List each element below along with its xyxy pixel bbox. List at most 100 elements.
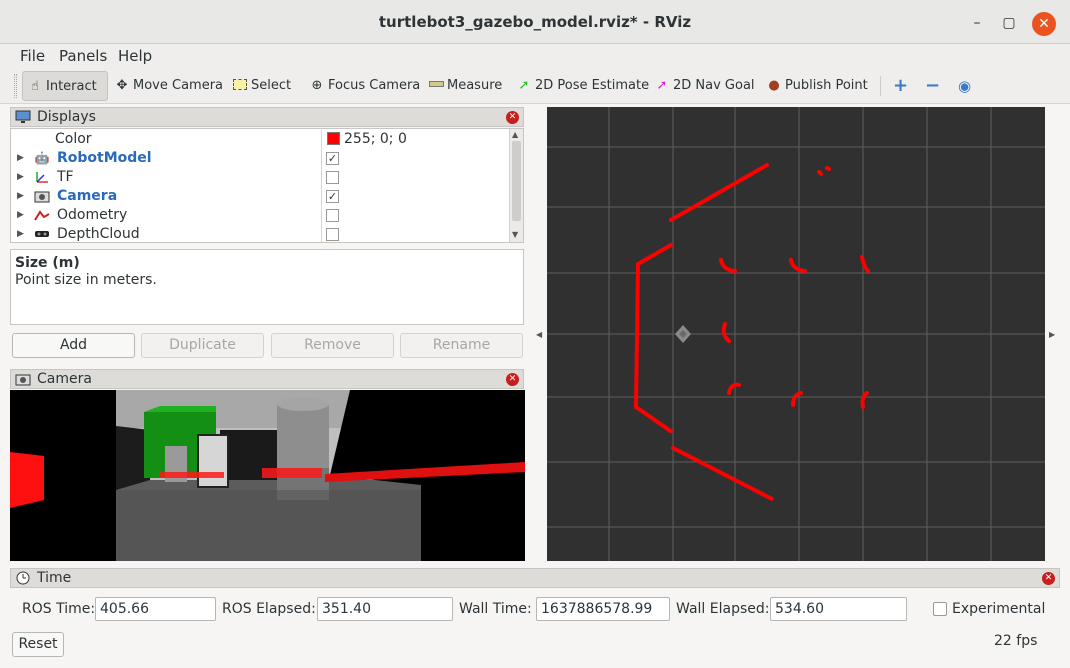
3d-viewport[interactable] <box>547 107 1045 561</box>
close-button[interactable]: ✕ <box>1032 12 1056 36</box>
time-panel-title: Time <box>37 570 72 586</box>
maximize-button[interactable]: ▢ <box>1000 14 1018 32</box>
robotmodel-checkbox[interactable]: ✓ <box>326 152 339 165</box>
ros-time-field[interactable]: 405.66 <box>95 597 216 621</box>
checkbox-cell <box>321 206 339 225</box>
focus-camera-tool[interactable]: ⊕ Focus Camera <box>305 71 423 101</box>
rename-button[interactable]: Rename <box>400 333 523 358</box>
reset-button[interactable]: Reset <box>12 632 64 657</box>
checkbox-cell: ✓ <box>321 187 339 206</box>
pose-estimate-tool[interactable]: ➚ 2D Pose Estimate <box>512 71 652 101</box>
add-tool-icon[interactable]: + <box>890 71 911 101</box>
display-item-tf[interactable]: ▶ TF <box>11 168 509 187</box>
displays-title: Displays <box>37 109 96 125</box>
description-text: Point size in meters. <box>15 272 157 288</box>
menu-help[interactable]: Help <box>118 47 152 65</box>
checkbox-cell: ✓ <box>321 149 339 168</box>
ros-time-label: ROS Time: <box>22 601 96 617</box>
monitor-icon <box>15 110 31 124</box>
menu-panels[interactable]: Panels <box>59 47 107 65</box>
move-camera-tool[interactable]: ✥ Move Camera <box>110 71 226 101</box>
ros-elapsed-field[interactable]: 351.40 <box>317 597 453 621</box>
display-label: RobotModel <box>57 150 152 166</box>
remove-button[interactable]: Remove <box>271 333 394 358</box>
interact-tool[interactable]: ☝ Interact <box>22 71 108 101</box>
display-item-odometry[interactable]: ▶ Odometry <box>11 206 509 225</box>
measure-tool[interactable]: Measure <box>424 71 505 101</box>
color-property-row[interactable]: Color 255; 0; 0 <box>11 130 509 149</box>
camera-checkbox[interactable]: ✓ <box>326 190 339 203</box>
remove-tool-icon[interactable]: − <box>922 71 943 101</box>
title-bar: turtlebot3_gazebo_model.rviz* - RViz – ▢… <box>0 0 1070 44</box>
ruler-icon <box>427 71 445 101</box>
camera-panel-title: Camera <box>37 371 92 387</box>
camera-icon <box>33 189 51 204</box>
display-label: Odometry <box>57 207 128 223</box>
expand-arrow-icon[interactable]: ▶ <box>17 149 24 168</box>
nav-goal-tool[interactable]: ➚ 2D Nav Goal <box>650 71 758 101</box>
checkbox-cell <box>321 168 339 187</box>
wall-time-label: Wall Time: <box>459 601 532 617</box>
magenta-arrow-icon: ➚ <box>656 78 668 93</box>
tf-checkbox[interactable] <box>326 171 339 184</box>
menu-bar: File Panels Help <box>0 44 1070 68</box>
experimental-label: Experimental <box>952 601 1046 617</box>
toolbar-grip[interactable] <box>14 74 17 98</box>
axes-icon <box>33 170 51 185</box>
display-item-depthcloud[interactable]: ▶ DepthCloud <box>11 225 509 242</box>
hand-pointer-icon: ☝ <box>31 79 39 94</box>
color-value[interactable]: 255; 0; 0 <box>321 130 407 149</box>
camera-icon <box>15 372 31 386</box>
displays-tree[interactable]: Color 255; 0; 0 ▶ 🤖 RobotModel ✓ ▶ TF ▶ … <box>10 128 524 243</box>
description-title: Size (m) <box>15 255 80 271</box>
red-swatch <box>327 132 340 145</box>
checkbox-cell <box>321 225 339 242</box>
scroll-up-icon[interactable]: ▲ <box>512 130 518 139</box>
eye-icon[interactable]: ◉ <box>955 71 974 101</box>
add-button[interactable]: Add <box>12 333 135 358</box>
minimize-button[interactable]: – <box>968 14 986 32</box>
depthcloud-checkbox[interactable] <box>326 228 339 241</box>
ros-elapsed-label: ROS Elapsed: <box>222 601 316 617</box>
camera-image <box>10 390 525 561</box>
scroll-down-icon[interactable]: ▼ <box>512 230 518 239</box>
color-label: Color <box>55 131 92 147</box>
odometry-icon <box>33 208 51 223</box>
close-camera-icon[interactable]: ✕ <box>506 373 519 386</box>
display-label: DepthCloud <box>57 226 140 242</box>
wall-time-field[interactable]: 1637886578.99 <box>536 597 670 621</box>
green-arrow-icon: ➚ <box>518 78 530 93</box>
publish-point-tool[interactable]: ● Publish Point <box>762 71 871 101</box>
focus-target-icon: ⊕ <box>311 78 323 93</box>
display-label: TF <box>57 169 74 185</box>
select-tool[interactable]: Select <box>228 71 294 101</box>
duplicate-button[interactable]: Duplicate <box>141 333 264 358</box>
collapse-left-icon[interactable]: ◀ <box>536 330 542 339</box>
odometry-checkbox[interactable] <box>326 209 339 222</box>
robot-icon: 🤖 <box>34 151 50 165</box>
displays-scrollbar[interactable]: ▲ ▼ <box>509 129 523 242</box>
window-title: turtlebot3_gazebo_model.rviz* - RViz <box>378 13 692 31</box>
display-item-camera[interactable]: ▶ Camera ✓ <box>11 187 509 206</box>
select-box-icon <box>231 71 249 101</box>
expand-arrow-icon[interactable]: ▶ <box>17 206 24 225</box>
display-label: Camera <box>57 188 118 204</box>
collapse-right-icon[interactable]: ▶ <box>1049 330 1055 339</box>
displays-panel-header: Displays ✕ <box>10 107 524 127</box>
scroll-thumb[interactable] <box>512 141 521 221</box>
camera-panel-header: Camera ✕ <box>10 369 524 389</box>
wall-elapsed-field[interactable]: 534.60 <box>770 597 907 621</box>
close-time-icon[interactable]: ✕ <box>1042 572 1055 585</box>
toolbar-separator <box>880 76 881 96</box>
expand-arrow-icon[interactable]: ▶ <box>17 187 24 206</box>
clock-icon <box>15 571 31 585</box>
property-description: Size (m) Point size in meters. <box>10 249 524 325</box>
experimental-checkbox[interactable] <box>933 602 947 616</box>
close-displays-icon[interactable]: ✕ <box>506 111 519 124</box>
expand-arrow-icon[interactable]: ▶ <box>17 225 24 242</box>
fps-readout: 22 fps <box>994 633 1038 649</box>
display-item-robotmodel[interactable]: ▶ 🤖 RobotModel ✓ <box>11 149 509 168</box>
expand-arrow-icon[interactable]: ▶ <box>17 168 24 187</box>
map-pin-icon: ● <box>768 78 780 93</box>
menu-file[interactable]: File <box>20 47 45 65</box>
